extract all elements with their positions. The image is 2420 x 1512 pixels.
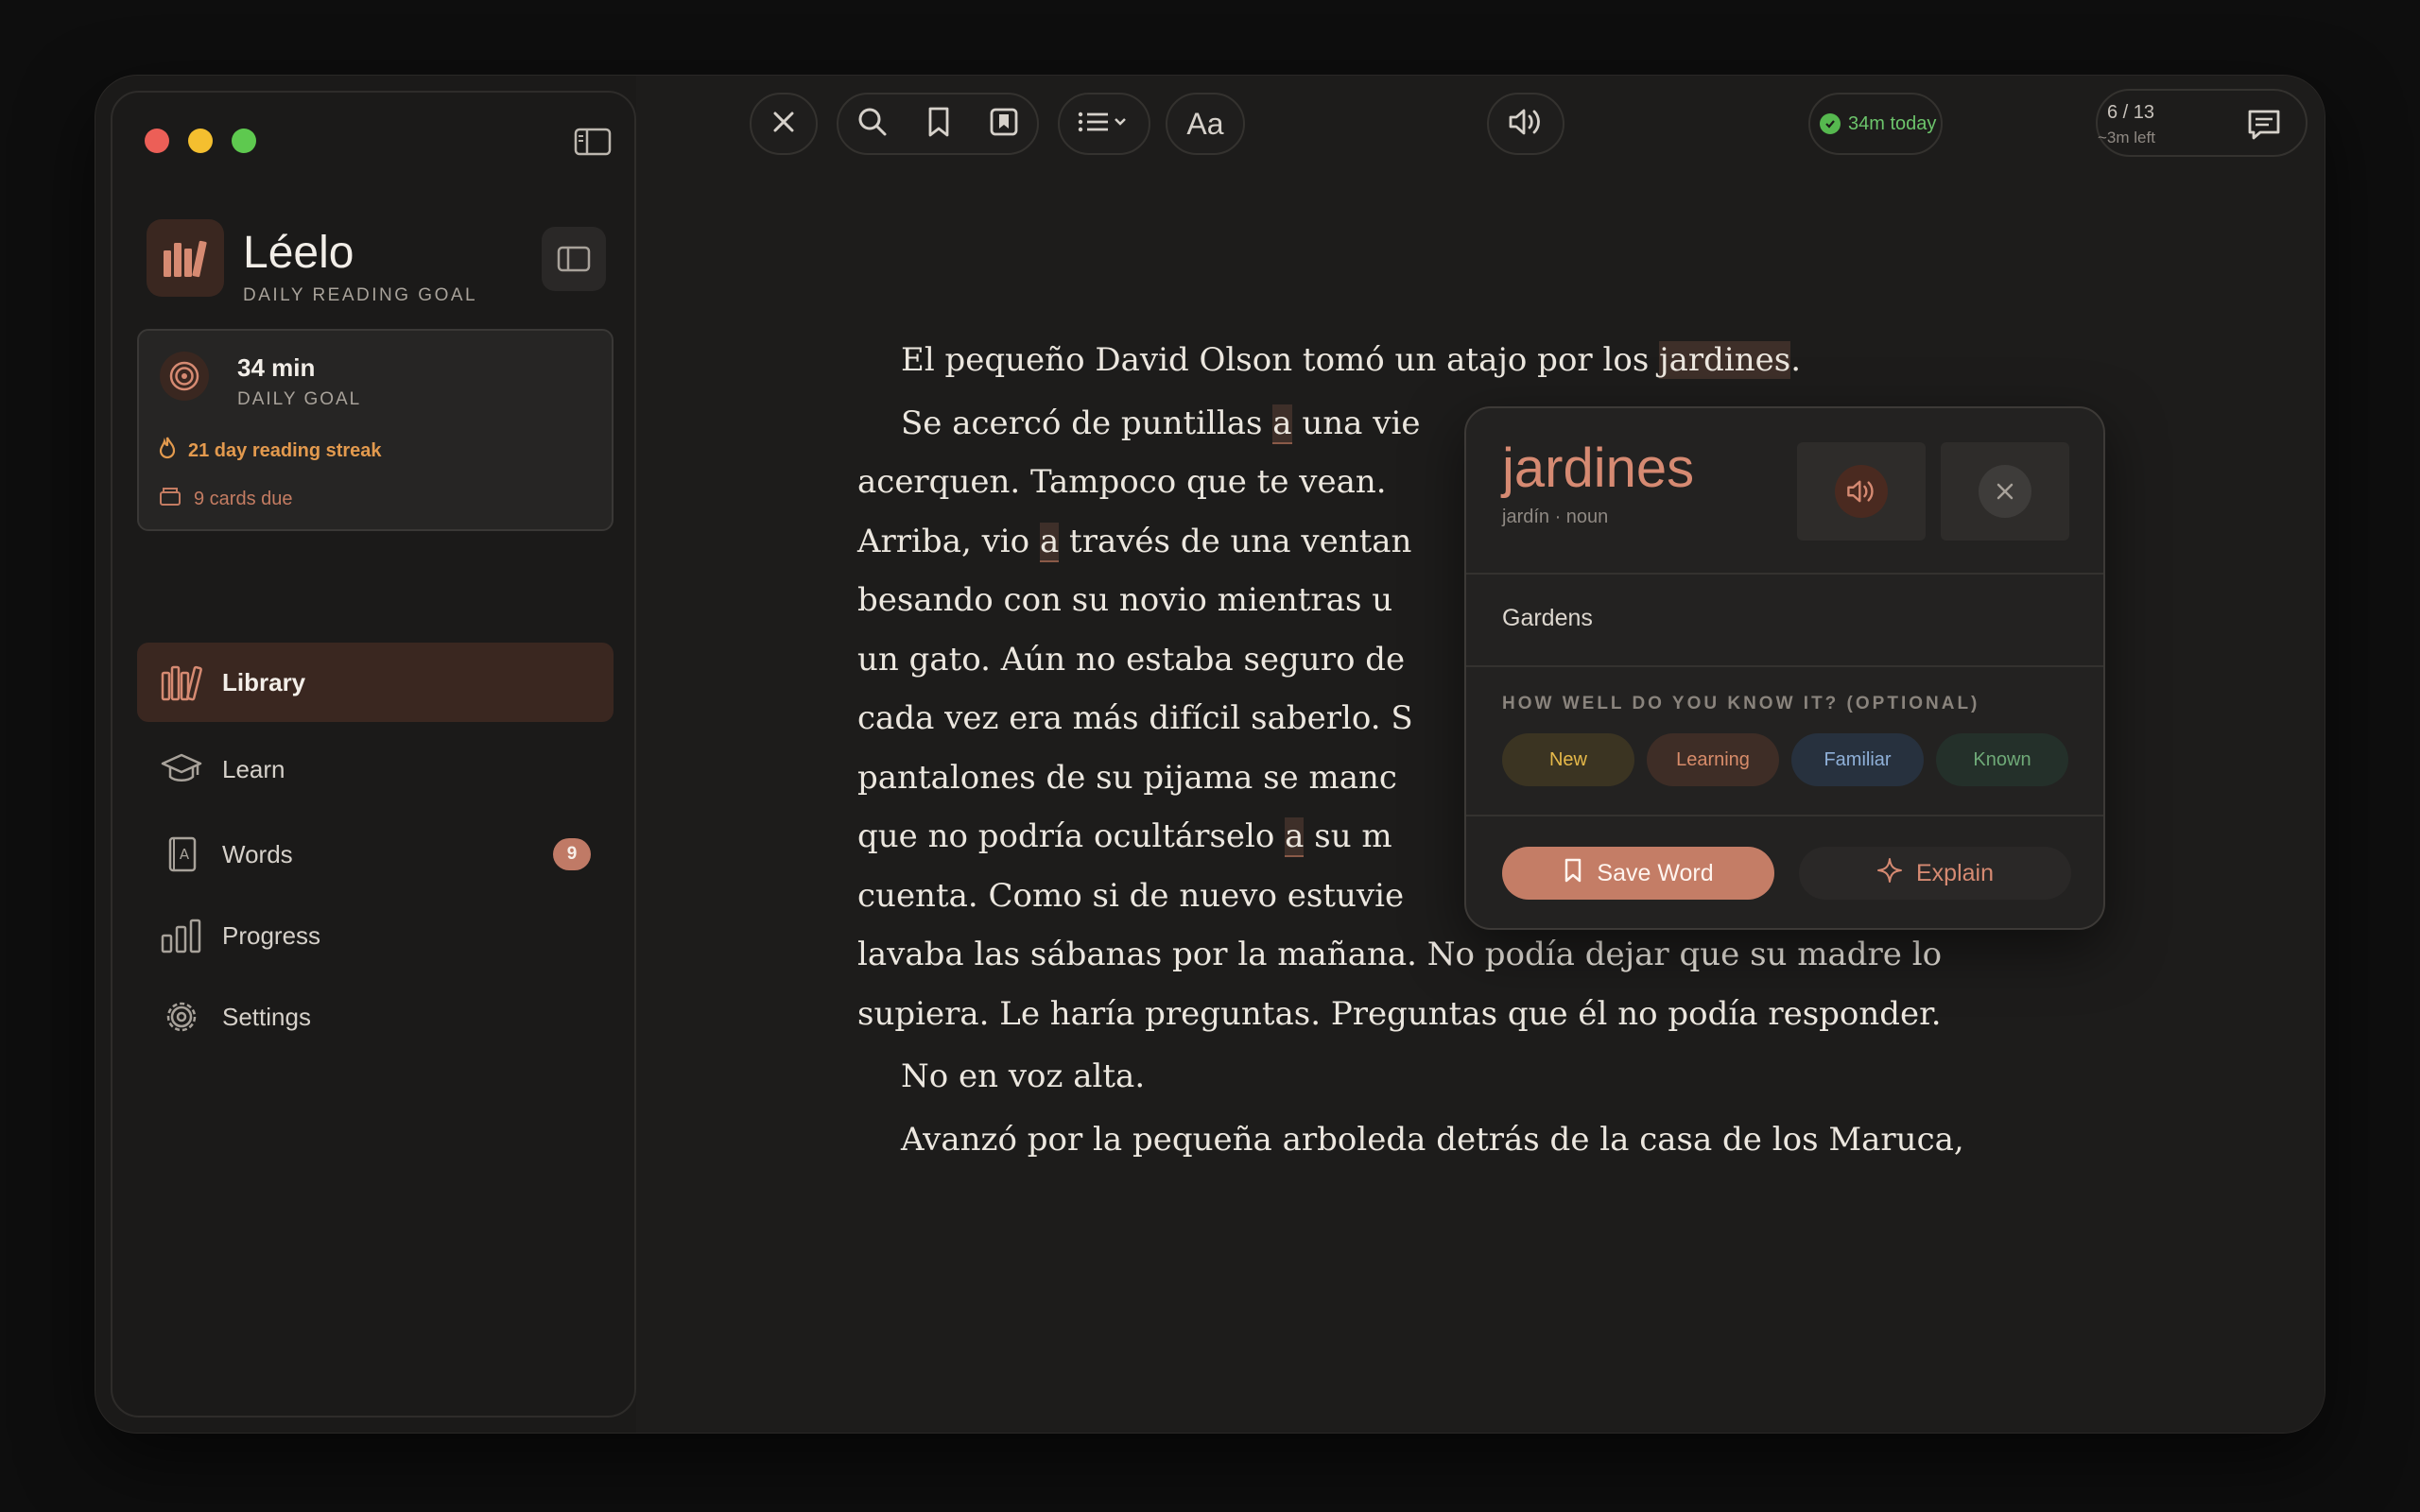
time-today: 34m today bbox=[1848, 112, 1937, 134]
check-icon bbox=[1820, 113, 1841, 134]
time-left: ~3m left bbox=[2098, 129, 2155, 146]
familiarity-question: HOW WELL DO YOU KNOW IT? (OPTIONAL) bbox=[1502, 694, 1980, 713]
close-icon bbox=[769, 108, 798, 141]
gear-icon bbox=[160, 995, 203, 1039]
close-popup-button[interactable] bbox=[1941, 442, 2069, 541]
table-of-contents-button[interactable] bbox=[1058, 93, 1150, 155]
paragraph: El pequeño David Olson tomó un atajo por… bbox=[901, 341, 1802, 379]
level-known-button[interactable]: Known bbox=[1936, 733, 2068, 786]
paragraph: No en voz alta. bbox=[901, 1057, 1146, 1095]
target-icon bbox=[160, 352, 209, 401]
svg-text:A: A bbox=[180, 846, 190, 863]
sidebar-item-learn[interactable]: Learn bbox=[137, 730, 614, 809]
text-line: supiera. Le haría preguntas. Preguntas q… bbox=[857, 994, 1942, 1033]
goal-label: DAILY GOAL bbox=[237, 389, 362, 409]
speaker-icon bbox=[1835, 465, 1888, 518]
cards-icon bbox=[158, 486, 182, 512]
pronounce-button[interactable] bbox=[1797, 442, 1926, 541]
text-line: lavaba las sábanas por la mañana. No pod… bbox=[857, 936, 1943, 973]
maximize-window-button[interactable] bbox=[232, 129, 256, 153]
streak-row: 21 day reading streak bbox=[158, 437, 382, 465]
library-logo-icon bbox=[147, 219, 224, 297]
streak-text: 21 day reading streak bbox=[188, 439, 382, 461]
library-icon bbox=[160, 661, 203, 704]
sidebar-item-label: Words bbox=[222, 839, 293, 868]
close-icon bbox=[1979, 465, 2031, 518]
bar-chart-icon bbox=[160, 914, 203, 957]
collapse-sidebar-icon[interactable] bbox=[542, 227, 606, 291]
paragraph: Avanzó por la pequeña arboleda detrás de… bbox=[901, 1120, 1964, 1159]
popup-translation: Gardens bbox=[1502, 605, 1593, 631]
word-definition-popup: jardines jardín · noun Gardens HOW WELL … bbox=[1464, 406, 2105, 930]
level-familiar-button[interactable]: Familiar bbox=[1791, 733, 1924, 786]
save-word-label: Save Word bbox=[1597, 859, 1714, 886]
daily-goal-card: 34 min DAILY GOAL 21 day reading streak … bbox=[137, 329, 614, 531]
bookmark-icon bbox=[1563, 857, 1583, 890]
sidebar-toggle-icon[interactable] bbox=[574, 127, 612, 157]
search-icon[interactable] bbox=[856, 106, 889, 143]
bookmark-icon[interactable] bbox=[925, 106, 952, 143]
divider bbox=[1466, 573, 2103, 575]
selected-word[interactable]: jardines bbox=[1659, 341, 1791, 379]
sidebar-item-label: Library bbox=[222, 667, 306, 696]
sparkle-icon bbox=[1876, 857, 1903, 890]
sidebar: Léelo DAILY READING GOAL 34 min DAILY GO… bbox=[111, 91, 636, 1418]
app-subtitle: DAILY READING GOAL bbox=[243, 285, 478, 305]
level-learning-button[interactable]: Learning bbox=[1647, 733, 1779, 786]
search-bookmark-group bbox=[837, 93, 1039, 155]
word-book-icon: A bbox=[160, 833, 203, 876]
words-count-badge: 9 bbox=[553, 838, 591, 870]
flame-icon bbox=[158, 437, 177, 465]
level-new-button[interactable]: New bbox=[1502, 733, 1634, 786]
list-chevron-icon bbox=[1076, 108, 1132, 141]
page-count: 6 / 13 bbox=[2107, 102, 2155, 123]
save-word-button[interactable]: Save Word bbox=[1502, 847, 1774, 900]
sidebar-item-settings[interactable]: Settings bbox=[137, 977, 614, 1057]
highlighted-word[interactable]: a bbox=[1039, 522, 1060, 562]
divider bbox=[1466, 815, 2103, 816]
sidebar-item-progress[interactable]: Progress bbox=[137, 896, 614, 975]
page-progress-pill[interactable]: 6 / 13 ~3m left bbox=[2096, 89, 2308, 157]
close-book-button[interactable] bbox=[750, 93, 818, 155]
sidebar-item-library[interactable]: Library bbox=[137, 643, 614, 722]
reader-toolbar: Aa 34m today 6 / 13 ~3m left bbox=[636, 76, 2325, 174]
app-title: Léelo bbox=[243, 228, 354, 278]
bookmarks-list-icon[interactable] bbox=[989, 107, 1019, 142]
speaker-icon bbox=[1507, 106, 1545, 143]
explain-button[interactable]: Explain bbox=[1799, 847, 2071, 900]
explain-label: Explain bbox=[1916, 859, 1994, 886]
comments-icon[interactable] bbox=[2245, 106, 2283, 144]
reading-time-pill: 34m today bbox=[1808, 93, 1943, 155]
graduation-cap-icon bbox=[160, 747, 203, 791]
popup-word: jardines bbox=[1502, 438, 1695, 499]
popup-lemma-pos: jardín · noun bbox=[1502, 507, 1609, 527]
minimize-window-button[interactable] bbox=[188, 129, 213, 153]
highlighted-word[interactable]: a bbox=[1285, 817, 1305, 857]
sidebar-item-label: Settings bbox=[222, 1002, 311, 1031]
read-aloud-button[interactable] bbox=[1487, 93, 1564, 155]
highlighted-word[interactable]: a bbox=[1272, 404, 1292, 444]
sidebar-item-label: Progress bbox=[222, 920, 321, 950]
cards-due-row[interactable]: 9 cards due bbox=[158, 486, 293, 512]
goal-value: 34 min bbox=[237, 353, 316, 382]
divider bbox=[1466, 665, 2103, 667]
font-settings-button[interactable]: Aa bbox=[1166, 93, 1245, 155]
sidebar-item-words[interactable]: A Words 9 bbox=[137, 815, 614, 894]
close-window-button[interactable] bbox=[145, 129, 169, 153]
sidebar-item-label: Learn bbox=[222, 754, 285, 783]
cards-due-text: 9 cards due bbox=[194, 488, 293, 509]
